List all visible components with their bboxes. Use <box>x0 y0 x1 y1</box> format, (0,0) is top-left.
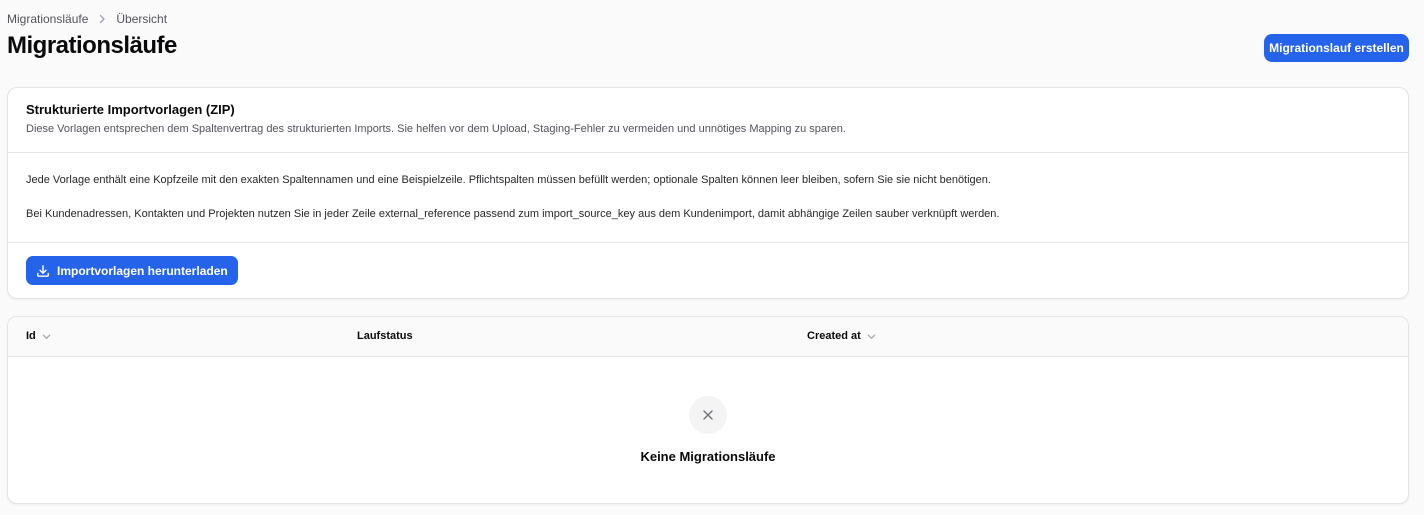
external-reference-paragraph: Bei Kundenadressen, Kontakten und Projek… <box>26 208 1000 220</box>
column-header-label: Created at <box>807 330 861 342</box>
download-templates-button[interactable]: Importvorlagen herunterladen <box>26 256 238 285</box>
card-header: Strukturierte Importvorlagen (ZIP) Diese… <box>8 88 1408 153</box>
breadcrumb: Migrationsläufe Übersicht <box>7 12 167 26</box>
download-icon <box>36 264 50 278</box>
create-migration-run-button[interactable]: Migrationslauf erstellen <box>1264 34 1409 62</box>
template-info-paragraph: Jede Vorlage enthält eine Kopfzeile mit … <box>26 174 991 186</box>
chevron-right-icon <box>96 13 108 25</box>
card-description: Diese Vorlagen entsprechen dem Spaltenve… <box>26 123 846 135</box>
migration-runs-table: Id Laufstatus Created at Keine Migration… <box>7 316 1409 504</box>
table-header: Id Laufstatus Created at <box>8 317 1408 357</box>
import-templates-card: Strukturierte Importvorlagen (ZIP) Diese… <box>7 87 1409 299</box>
breadcrumb-current: Übersicht <box>116 12 168 26</box>
empty-state: Keine Migrationsläufe <box>8 357 1408 503</box>
page-title: Migrationsläufe <box>7 32 177 59</box>
chevron-down-icon <box>41 331 52 342</box>
card-body: Jede Vorlage enthält eine Kopfzeile mit … <box>8 153 1408 243</box>
breadcrumb-parent-link[interactable]: Migrationsläufe <box>7 12 88 26</box>
card-title: Strukturierte Importvorlagen (ZIP) <box>26 102 235 117</box>
column-header-status: Laufstatus <box>357 330 413 342</box>
empty-state-text: Keine Migrationsläufe <box>640 449 776 464</box>
chevron-down-icon <box>866 331 877 342</box>
download-button-label: Importvorlagen herunterladen <box>57 263 228 278</box>
close-icon <box>689 396 727 434</box>
column-header-id[interactable]: Id <box>26 330 52 342</box>
card-footer: Importvorlagen herunterladen <box>8 243 1408 298</box>
column-header-label: Laufstatus <box>357 330 413 342</box>
page: Migrationsläufe Übersicht Migrationsläuf… <box>0 0 1424 515</box>
column-header-created-at[interactable]: Created at <box>807 330 877 342</box>
column-header-label: Id <box>26 330 36 342</box>
